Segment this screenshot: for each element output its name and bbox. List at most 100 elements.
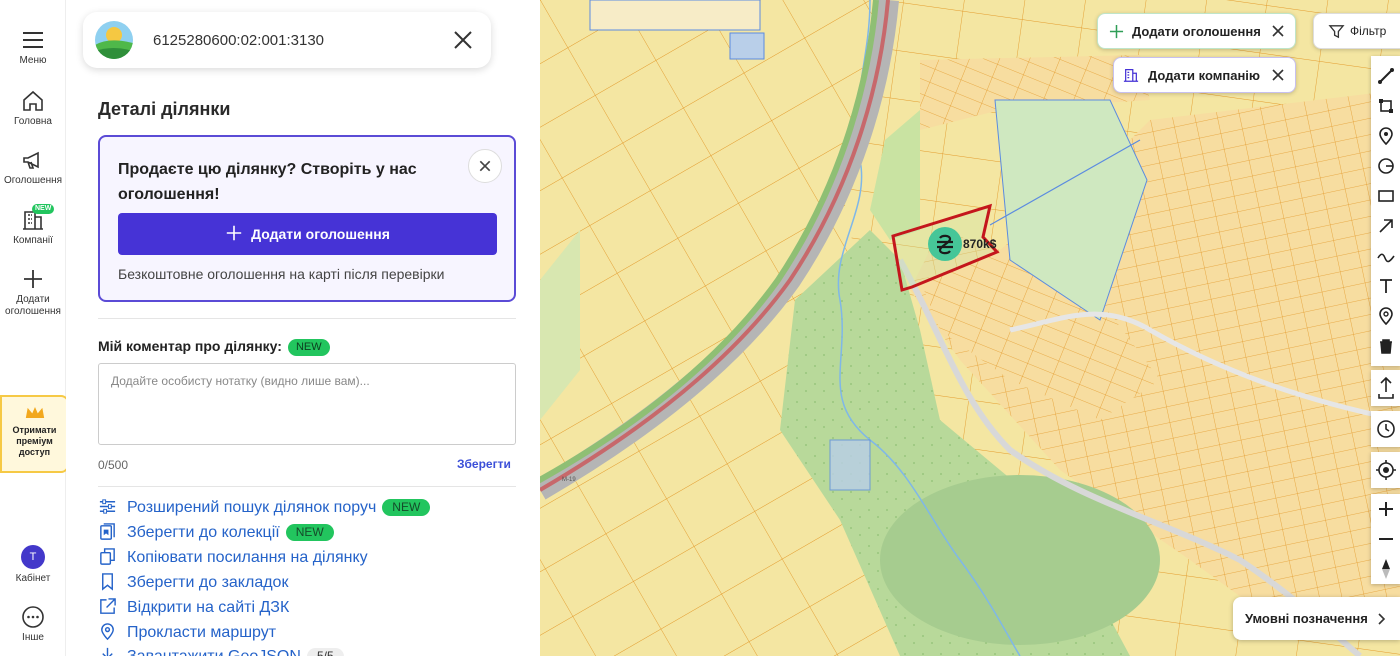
marker-icon[interactable] [1376, 126, 1396, 146]
action-copy-link[interactable]: Копіювати посилання на ділянку [98, 547, 368, 569]
comment-new-badge: NEW [287, 339, 330, 356]
plus-icon [20, 267, 46, 291]
map-view[interactable]: М-19 870k$ Додати оголошення Додати комп… [540, 0, 1400, 656]
save-comment-button[interactable]: Зберегти [457, 457, 511, 471]
upload-icon [1378, 376, 1394, 399]
download-icon [98, 646, 118, 656]
ruler-icon[interactable] [1376, 66, 1396, 86]
price-label: 870k$ [963, 237, 997, 251]
action-download-geojson[interactable]: Завантажити GeoJSON 5/5 [98, 646, 344, 656]
rail-menu[interactable]: Меню [0, 28, 66, 67]
home-icon [20, 89, 46, 113]
rail-menu-label: Меню [19, 55, 47, 66]
action-label: Зберегти до колекції [127, 524, 280, 541]
rail-cabinet-label: Кабінет [15, 573, 51, 584]
action-extended-search[interactable]: Розширений пошук ділянок поруч NEW [98, 497, 431, 519]
promo-card: Продаєте цю ділянку? Створіть у нас огол… [98, 135, 516, 302]
comment-label: Мій коментар про ділянку: NEW [98, 338, 330, 356]
zoom-out-icon[interactable] [1371, 524, 1400, 554]
legend-label: Умовні позначення [1245, 611, 1368, 626]
rail-home-label: Головна [14, 116, 52, 127]
rail-other-label: Інше [22, 632, 44, 643]
clock-icon [1377, 420, 1395, 438]
external-link-icon [98, 597, 118, 617]
hryvnia-icon [928, 227, 962, 261]
plus-icon [226, 225, 242, 241]
rail-other[interactable]: Інше [0, 605, 66, 644]
action-label: Розширений пошук ділянок поруч [127, 499, 377, 516]
collection-icon [98, 522, 118, 542]
action-label: Відкрити на сайті ДЗК [127, 599, 290, 616]
text-tool-icon[interactable] [1376, 276, 1396, 296]
close-icon[interactable] [1269, 66, 1287, 84]
chevron-right-icon [1378, 613, 1386, 625]
trash-icon[interactable] [1376, 336, 1396, 356]
legend-button[interactable]: Умовні позначення [1233, 597, 1400, 640]
action-route[interactable]: Прокласти маршрут [98, 622, 276, 644]
divider [98, 486, 516, 487]
rail-add-ad-label: Додати оголошення [5, 294, 61, 317]
add-listing-button[interactable]: Додати оголошення [118, 213, 497, 255]
app-root: Меню Головна Оголошення NEW Компанії Дод… [0, 0, 1400, 656]
add-listing-pill-label: Додати оголошення [1132, 24, 1261, 39]
comment-label-text: Мій коментар про ділянку: [98, 338, 282, 354]
rail-ads-label: Оголошення [3, 175, 63, 186]
hamburger-icon [20, 28, 46, 52]
plus-icon [1109, 24, 1124, 39]
add-company-pill[interactable]: Додати компанію [1113, 57, 1296, 93]
promo-note: Безкоштовне оголошення на карті після пе… [118, 266, 445, 282]
filter-button[interactable]: Фільтр [1313, 13, 1400, 49]
action-bookmark[interactable]: Зберегти до закладок [98, 572, 288, 594]
sliders-icon [98, 497, 118, 517]
add-listing-pill[interactable]: Додати оголошення [1097, 13, 1296, 49]
filter-label: Фільтр [1350, 24, 1387, 38]
zoom-in-icon[interactable] [1371, 494, 1400, 524]
rail-cabinet[interactable]: Т Кабінет [0, 545, 66, 585]
map-canvas[interactable] [540, 0, 1400, 656]
count-badge: 5/5 [306, 648, 344, 656]
rail-companies[interactable]: NEW Компанії [0, 204, 66, 247]
comment-textarea[interactable] [98, 363, 516, 445]
close-icon[interactable] [1269, 22, 1287, 40]
polygon-draw-icon[interactable] [1376, 96, 1396, 116]
location-pin-icon[interactable] [1376, 306, 1396, 326]
divider [98, 318, 516, 319]
road-label: М-19 [562, 477, 576, 483]
locate-me-button[interactable] [1371, 452, 1400, 488]
crosshair-icon [1376, 460, 1396, 480]
section-title: Деталі ділянки [98, 99, 231, 119]
circle-draw-icon[interactable] [1376, 156, 1396, 176]
megaphone-icon [20, 148, 46, 172]
avatar: Т [21, 545, 45, 569]
rail-home[interactable]: Головна [0, 89, 66, 128]
crown-icon [25, 407, 44, 418]
promo-close-icon[interactable] [468, 149, 502, 183]
promo-title: Продаєте цю ділянку? Створіть у нас огол… [118, 161, 417, 203]
rail-add-ad[interactable]: Додати оголошення [0, 267, 66, 318]
add-company-pill-label: Додати компанію [1148, 68, 1261, 83]
left-rail: Меню Головна Оголошення NEW Компанії Дод… [0, 0, 69, 656]
cadastral-search-input[interactable] [153, 26, 433, 54]
building-icon [1123, 69, 1139, 82]
share-button[interactable] [1371, 370, 1400, 406]
new-badge: NEW [382, 499, 431, 516]
rail-ads[interactable]: Оголошення [0, 148, 66, 187]
history-button[interactable] [1371, 411, 1400, 447]
close-icon[interactable] [449, 26, 477, 54]
action-save-collection[interactable]: Зберегти до колекції NEW [98, 522, 334, 544]
route-pin-icon [98, 622, 118, 642]
rail-companies-label: Компанії [13, 235, 53, 246]
freehand-icon[interactable] [1376, 246, 1396, 266]
draw-toolbar [1371, 56, 1400, 366]
premium-button[interactable]: Отримати преміум доступ [0, 395, 69, 473]
add-listing-button-label: Додати оголошення [251, 226, 390, 242]
more-dots-icon [20, 605, 46, 629]
char-count: 0/500 [98, 458, 129, 472]
arrow-draw-icon[interactable] [1376, 216, 1396, 236]
rectangle-draw-icon[interactable] [1376, 186, 1396, 206]
compass-icon[interactable] [1371, 554, 1400, 584]
action-open-dzk[interactable]: Відкрити на сайті ДЗК [98, 597, 289, 619]
action-label: Копіювати посилання на ділянку [127, 549, 368, 566]
search-card [83, 12, 491, 68]
filter-icon [1328, 25, 1345, 39]
